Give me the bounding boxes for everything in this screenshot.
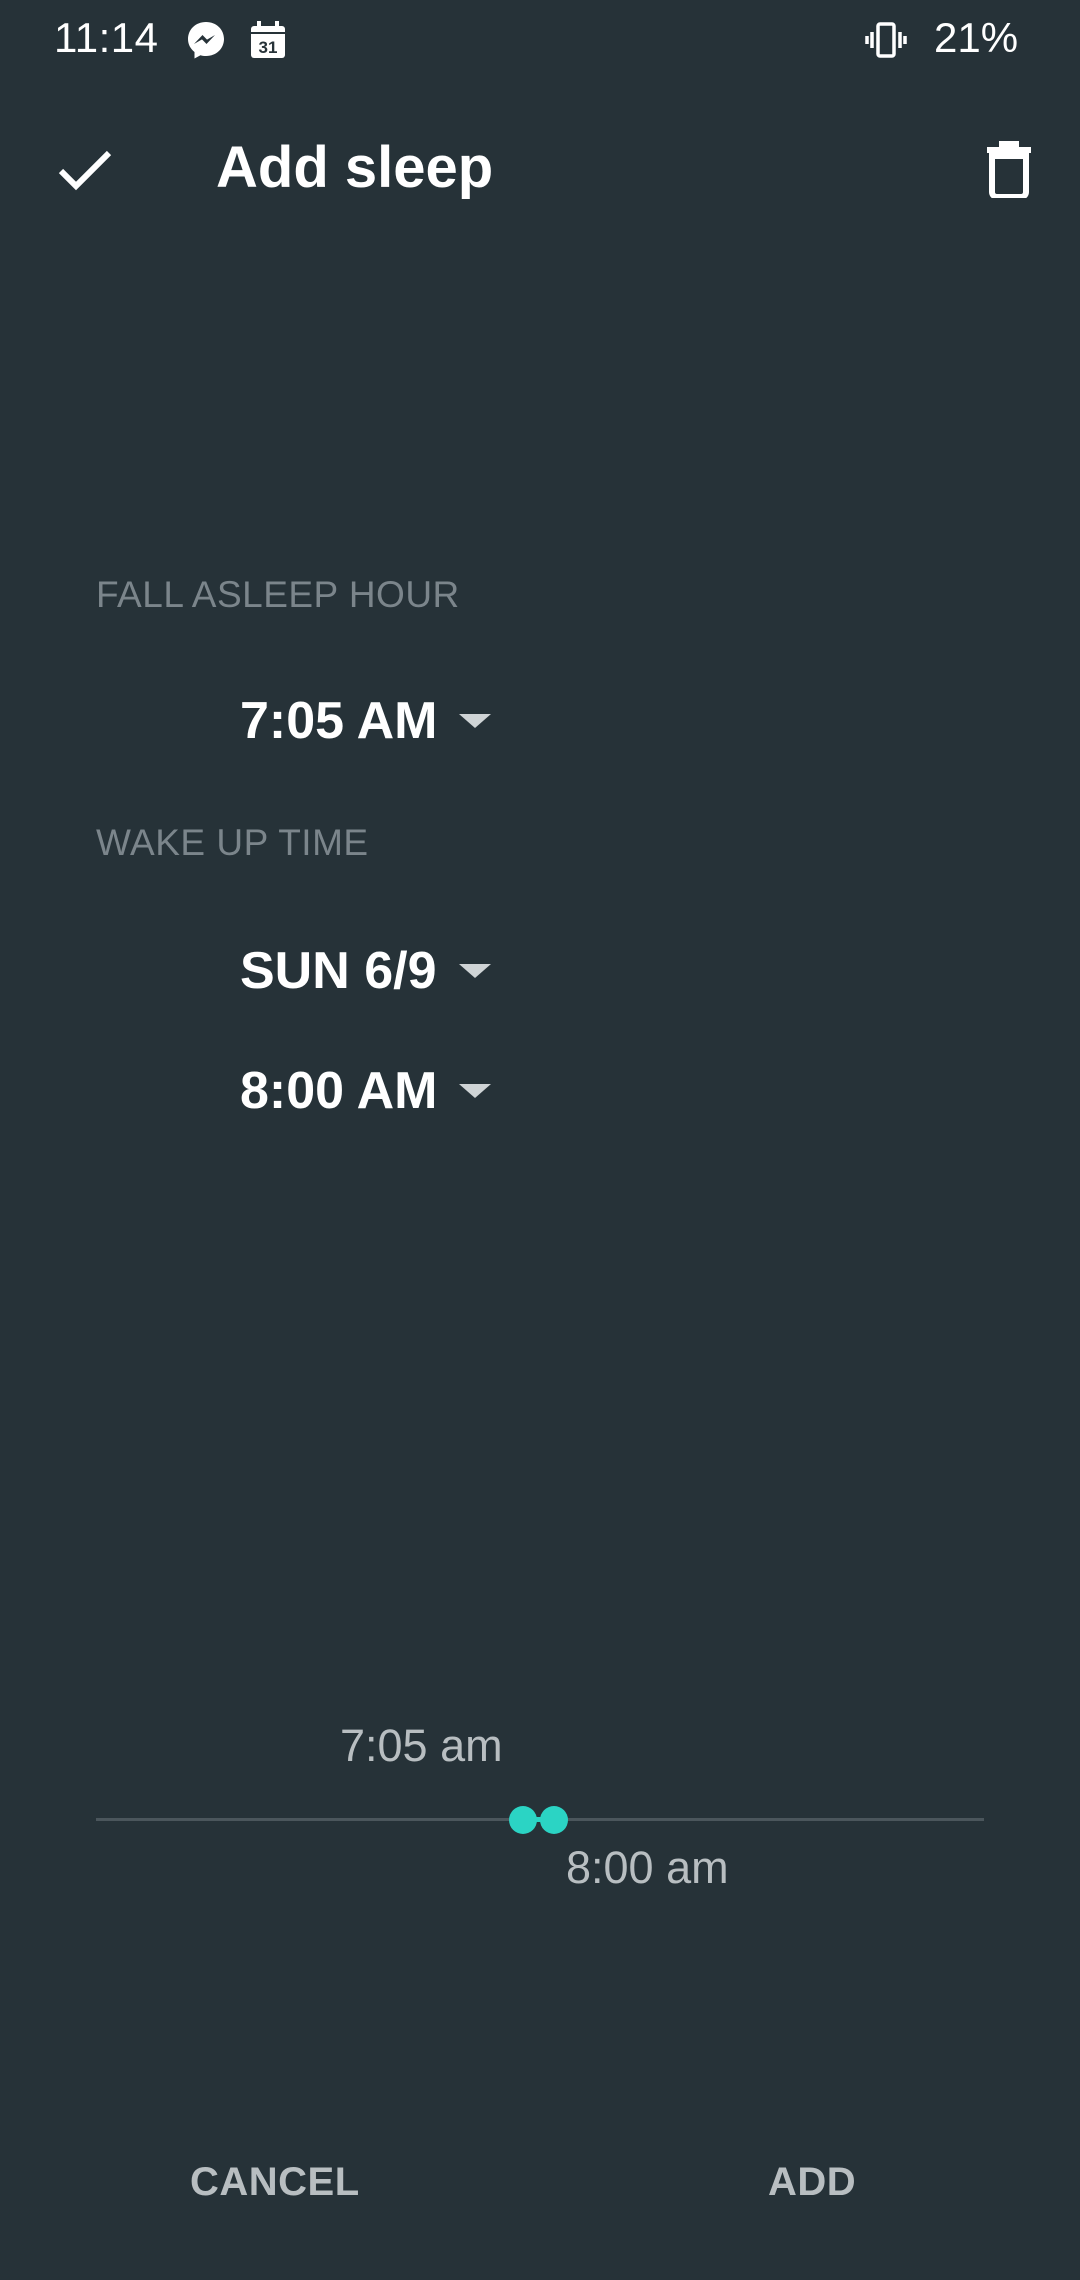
- add-button[interactable]: ADD: [768, 2160, 856, 2205]
- cancel-button[interactable]: CANCEL: [190, 2160, 360, 2205]
- timeline-start-label: 7:05 am: [340, 1720, 503, 1771]
- wake-up-date-value: SUN 6/9: [240, 942, 437, 1000]
- wake-up-label: WAKE UP TIME: [96, 822, 369, 863]
- fall-asleep-label: FALL ASLEEP HOUR: [96, 574, 460, 615]
- sleep-timeline: 7:05 am 8:00 am: [96, 1720, 984, 1920]
- dropdown-arrow-icon: [458, 964, 491, 978]
- sleep-end-handle[interactable]: [540, 1806, 568, 1834]
- messenger-icon: [184, 18, 228, 62]
- trash-icon: [987, 141, 1031, 198]
- fall-asleep-time-picker[interactable]: 7:05 AM: [240, 676, 492, 766]
- wake-up-time-value: 8:00 AM: [240, 1062, 438, 1120]
- status-time: 11:14: [54, 14, 159, 61]
- timeline-end-label: 8:00 am: [566, 1842, 729, 1893]
- wake-up-time-picker[interactable]: 8:00 AM: [240, 1046, 492, 1136]
- calendar-day: 31: [259, 38, 278, 57]
- sleep-start-handle[interactable]: [509, 1806, 537, 1834]
- status-bar: 11:14 31 21%: [0, 0, 1080, 84]
- page-title: Add sleep: [216, 135, 494, 200]
- vibrate-icon: [864, 18, 908, 62]
- confirm-button[interactable]: [40, 124, 130, 214]
- calendar-icon: 31: [246, 18, 290, 62]
- check-icon: [58, 150, 112, 191]
- dropdown-arrow-icon: [459, 714, 492, 728]
- add-sleep-screen: 11:14 31 21% Add sleep FALL ASLEEP HOUR …: [0, 0, 1080, 2280]
- toolbar: Add sleep: [0, 84, 1080, 244]
- dropdown-arrow-icon: [459, 1084, 492, 1098]
- wake-up-date-picker[interactable]: SUN 6/9: [240, 926, 491, 1016]
- delete-button[interactable]: [964, 124, 1054, 214]
- fall-asleep-time-value: 7:05 AM: [240, 692, 438, 750]
- battery-percentage: 21%: [934, 14, 1019, 61]
